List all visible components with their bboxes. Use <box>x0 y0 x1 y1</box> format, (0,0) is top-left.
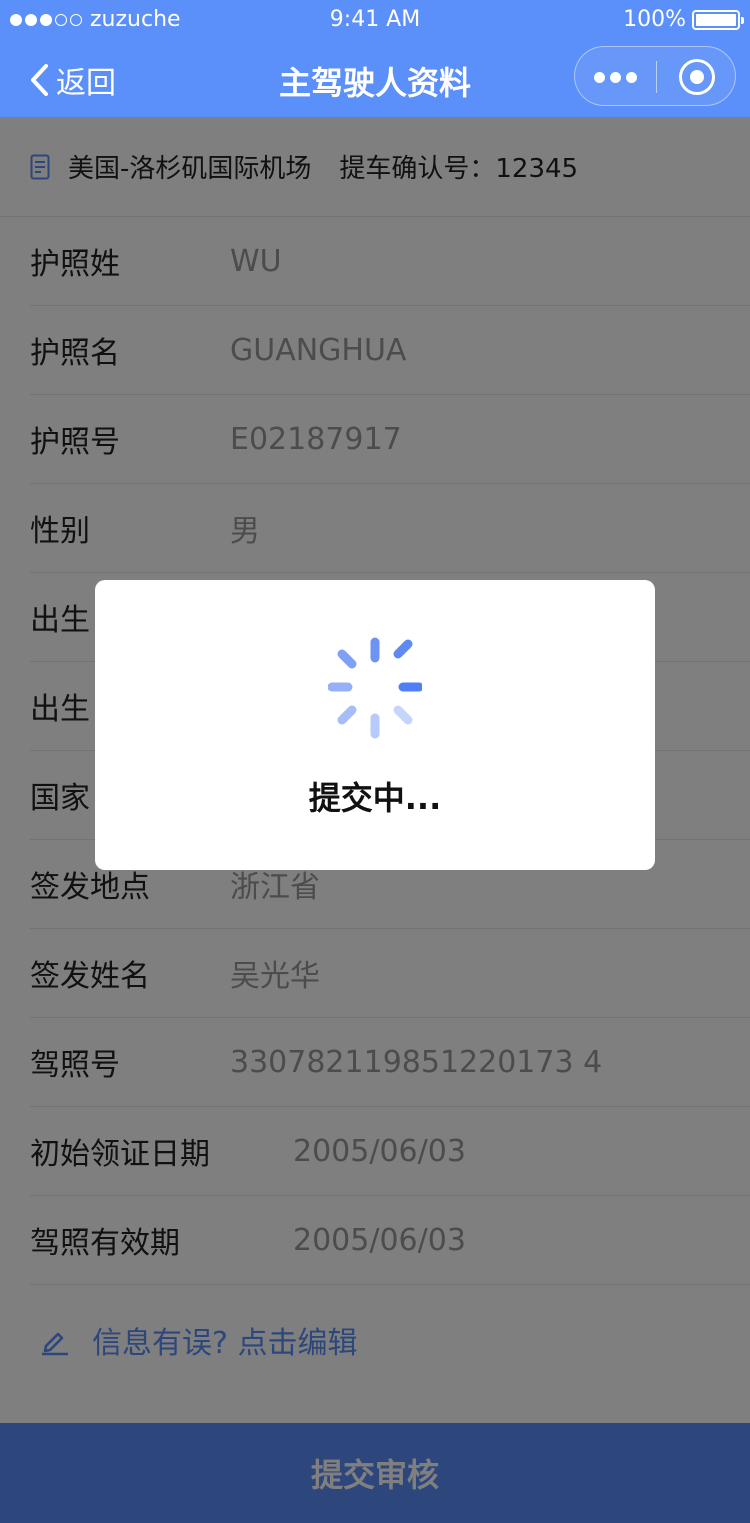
loading-toast: 提交中... <box>95 580 655 870</box>
status-bar: zuzuche 9:41 AM 100% <box>0 0 750 40</box>
nav-bar: 返回 主驾驶人资料 <box>0 40 750 117</box>
capsule-divider <box>656 61 657 93</box>
battery-icon <box>692 9 744 30</box>
battery-status: 100% <box>623 7 744 32</box>
close-program-button[interactable] <box>679 59 715 95</box>
mini-program-capsule <box>574 46 736 106</box>
more-dots-icon <box>593 71 605 83</box>
spinner-icon <box>328 637 422 739</box>
more-button[interactable] <box>575 47 655 107</box>
battery-percent: 100% <box>623 7 686 32</box>
toast-message: 提交中... <box>308 779 442 817</box>
